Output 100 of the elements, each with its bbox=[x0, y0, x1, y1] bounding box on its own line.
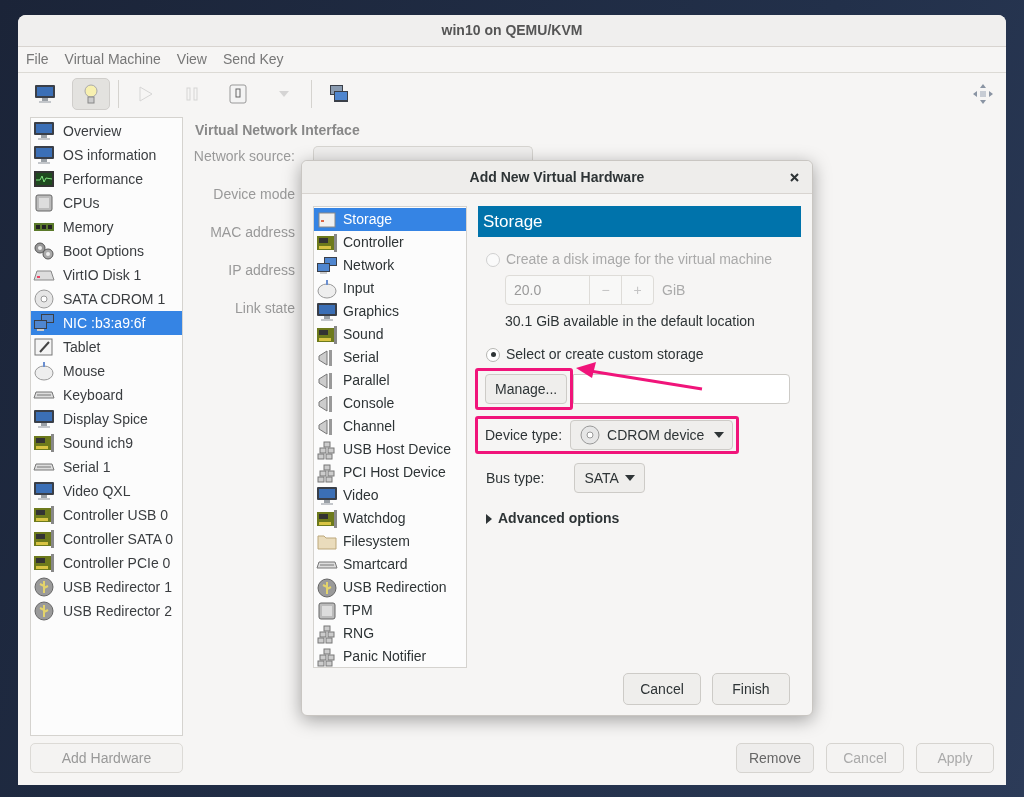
category-item[interactable]: Watchdog bbox=[314, 507, 466, 530]
hardware-list-item[interactable]: NIC :b3:a9:6f bbox=[31, 311, 182, 335]
menu-item[interactable]: File bbox=[26, 49, 49, 70]
caret-icon bbox=[624, 475, 635, 481]
caret-icon bbox=[714, 432, 725, 438]
category-item[interactable]: Storage bbox=[314, 208, 466, 231]
network-computers-icon bbox=[33, 313, 55, 333]
category-item[interactable]: Network bbox=[314, 254, 466, 277]
hardware-list-item[interactable]: Video QXL bbox=[31, 479, 182, 503]
hardware-list-item[interactable]: Tablet bbox=[31, 335, 182, 359]
category-item[interactable]: USB Host Device bbox=[314, 438, 466, 461]
hardware-list-item[interactable]: Memory bbox=[31, 215, 182, 239]
category-item[interactable]: Smartcard bbox=[314, 553, 466, 576]
footer-button[interactable]: Remove bbox=[736, 743, 814, 773]
radio-label: Select or create custom storage bbox=[506, 345, 704, 364]
field-label: Network source: bbox=[193, 147, 295, 166]
expansion-card-icon bbox=[33, 529, 55, 549]
bus-type-dropdown[interactable]: SATA bbox=[574, 463, 645, 493]
collapsed-triangle-icon bbox=[486, 513, 492, 524]
device-type-dropdown[interactable]: CDROM device bbox=[570, 420, 734, 450]
category-item[interactable]: Input bbox=[314, 277, 466, 300]
category-item[interactable]: RNG bbox=[314, 622, 466, 645]
monitor-icon bbox=[316, 301, 338, 322]
mouse-icon bbox=[316, 278, 338, 299]
fullscreen-arrows-icon[interactable] bbox=[972, 83, 994, 105]
usb-icon bbox=[33, 577, 55, 597]
category-item[interactable]: TPM bbox=[314, 599, 466, 622]
keyboard-icon bbox=[316, 560, 338, 569]
category-item[interactable]: USB Redirection bbox=[314, 576, 466, 599]
cubes-icon bbox=[316, 462, 338, 483]
dialog-button[interactable]: Finish bbox=[712, 673, 790, 705]
expansion-card-icon bbox=[316, 232, 338, 253]
hardware-list-item[interactable]: Overview bbox=[31, 119, 182, 143]
optical-disc-icon bbox=[33, 289, 55, 309]
usb-icon bbox=[316, 577, 338, 598]
category-item[interactable]: Channel bbox=[314, 415, 466, 438]
manage-button[interactable]: Manage... bbox=[485, 374, 568, 404]
menu-item[interactable]: Send Key bbox=[222, 49, 284, 70]
hardware-list-item[interactable]: OS information bbox=[31, 143, 182, 167]
keyboard-icon bbox=[33, 463, 55, 471]
hardware-list-item[interactable]: Controller USB 0 bbox=[31, 503, 182, 527]
storage-path-field[interactable] bbox=[573, 374, 790, 404]
hardware-list-item[interactable]: USB Redirector 1 bbox=[31, 575, 182, 599]
hardware-list-item[interactable]: VirtIO Disk 1 bbox=[31, 263, 182, 287]
category-item[interactable]: PCI Host Device bbox=[314, 461, 466, 484]
radio-button[interactable] bbox=[486, 347, 500, 362]
expansion-card-icon bbox=[33, 433, 55, 453]
available-space-text: 30.1 GiB available in the default location bbox=[505, 312, 756, 331]
hardware-list-item[interactable]: Sound ich9 bbox=[31, 431, 182, 455]
network-computers-icon bbox=[316, 255, 338, 276]
category-item[interactable]: Parallel bbox=[314, 369, 466, 392]
menu-item[interactable]: View bbox=[176, 49, 207, 70]
mouse-icon bbox=[33, 361, 55, 381]
hardware-list-item[interactable]: USB Redirector 2 bbox=[31, 599, 182, 623]
cubes-icon bbox=[316, 439, 338, 460]
chip-icon bbox=[316, 600, 338, 621]
category-item[interactable]: Filesystem bbox=[314, 530, 466, 553]
expansion-card-icon bbox=[316, 508, 338, 529]
expansion-card-icon bbox=[316, 324, 338, 345]
hardware-list-item[interactable]: SATA CDROM 1 bbox=[31, 287, 182, 311]
monitor-icon bbox=[33, 481, 55, 501]
play-icon bbox=[139, 86, 153, 102]
gears-icon bbox=[33, 241, 55, 261]
hardware-list-item[interactable]: Display Spice bbox=[31, 407, 182, 431]
power-switch-icon bbox=[229, 84, 247, 104]
dialog-button[interactable]: Cancel bbox=[623, 673, 701, 705]
usb-icon bbox=[33, 601, 55, 621]
close-icon bbox=[789, 172, 799, 182]
snapshots-icon bbox=[329, 84, 349, 104]
section-heading: Virtual Network Interface bbox=[195, 121, 361, 140]
hardware-list-item[interactable]: Serial 1 bbox=[31, 455, 182, 479]
hardware-list-item[interactable]: CPUs bbox=[31, 191, 182, 215]
hardware-list-item[interactable]: Boot Options bbox=[31, 239, 182, 263]
hardware-list-item[interactable]: Mouse bbox=[31, 359, 182, 383]
expansion-card-icon bbox=[33, 553, 55, 573]
caret-icon bbox=[279, 91, 289, 97]
computer-icon bbox=[33, 121, 55, 141]
section-header: Storage bbox=[478, 206, 801, 237]
category-item[interactable]: Video bbox=[314, 484, 466, 507]
category-item[interactable]: Controller bbox=[314, 231, 466, 254]
dialog-title: Add New Virtual Hardware bbox=[469, 167, 645, 187]
device-type-label: Device type: bbox=[485, 425, 563, 445]
category-item[interactable]: Console bbox=[314, 392, 466, 415]
monitor-icon bbox=[316, 485, 338, 506]
category-item[interactable]: Sound bbox=[314, 323, 466, 346]
hardware-list-item[interactable]: Keyboard bbox=[31, 383, 182, 407]
hardware-list-item[interactable]: Controller PCIe 0 bbox=[31, 551, 182, 575]
computer-icon bbox=[33, 145, 55, 165]
category-item[interactable]: Serial bbox=[314, 346, 466, 369]
field-label: Link state bbox=[235, 299, 295, 318]
category-item[interactable]: Graphics bbox=[314, 300, 466, 323]
advanced-options-expander[interactable]: Advanced options bbox=[486, 508, 620, 529]
category-item[interactable]: Panic Notifier bbox=[314, 645, 466, 668]
hardware-list-item[interactable]: Controller SATA 0 bbox=[31, 527, 182, 551]
pause-icon bbox=[186, 87, 198, 101]
hardware-list-item[interactable]: Performance bbox=[31, 167, 182, 191]
bus-type-label: Bus type: bbox=[486, 468, 545, 488]
field-label: Device mode bbox=[213, 185, 295, 204]
performance-graph-icon bbox=[33, 169, 55, 189]
menu-item[interactable]: Virtual Machine bbox=[64, 49, 161, 70]
